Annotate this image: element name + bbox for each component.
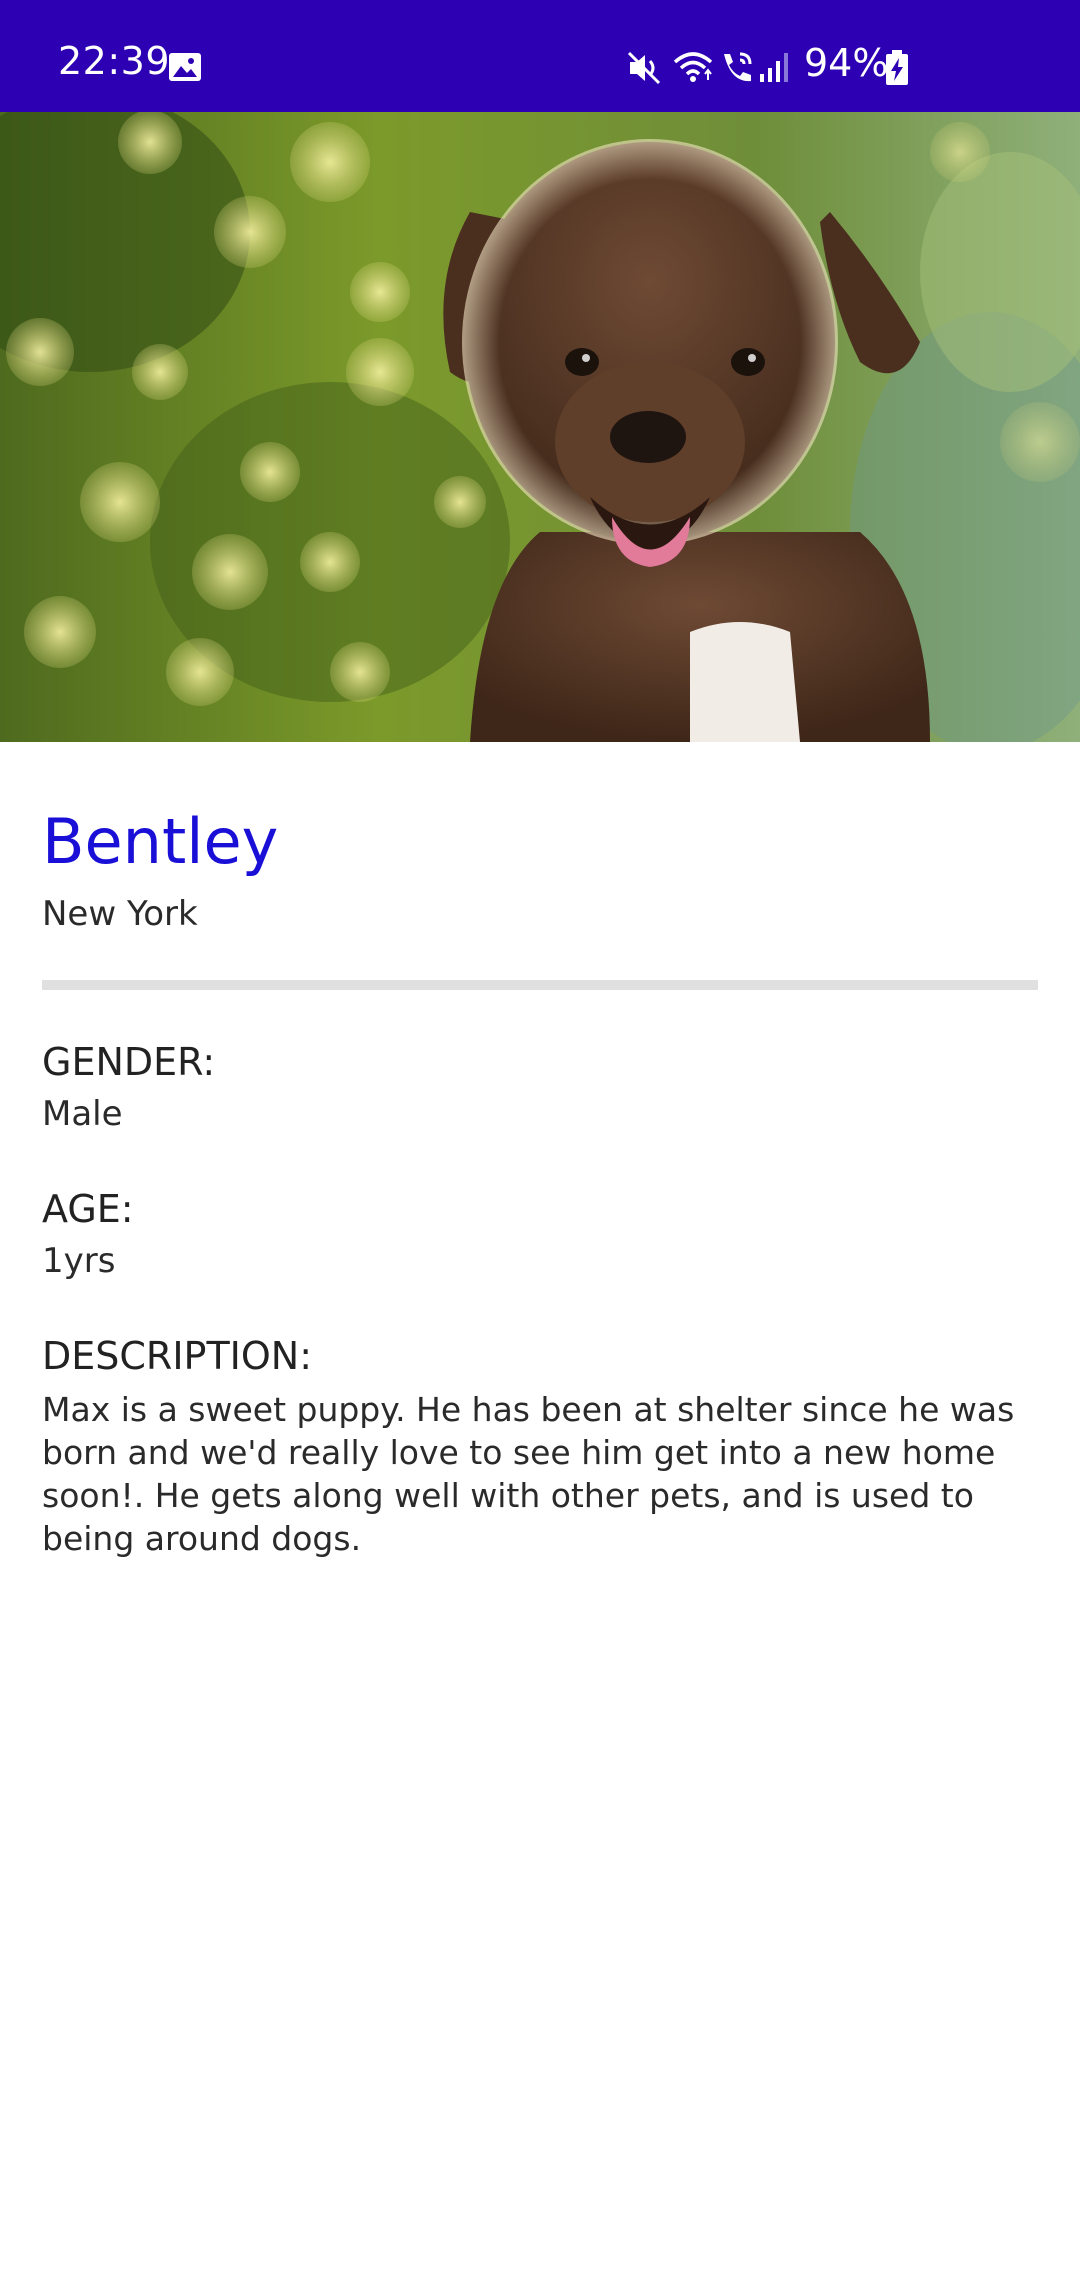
pet-detail-screen: 22:39 94% Bentley New York GENDER: Male …: [0, 0, 1080, 2280]
wifi-icon: [673, 52, 713, 82]
battery-charging-icon: [886, 50, 908, 85]
age-label: AGE:: [42, 1187, 134, 1231]
pet-name: Bentley: [42, 805, 279, 878]
description-label: DESCRIPTION:: [42, 1334, 313, 1378]
divider: [42, 980, 1038, 990]
pet-photo: [0, 112, 1080, 742]
gallery-icon: [169, 53, 201, 81]
gender-label: GENDER:: [42, 1040, 216, 1084]
puppy-photo: [0, 112, 1080, 742]
age-value: 1yrs: [42, 1241, 116, 1281]
call-icon: [724, 52, 752, 82]
battery-percent: 94%: [804, 41, 889, 85]
status-time: 22:39: [58, 39, 171, 83]
pet-location: New York: [42, 894, 198, 934]
signal-icon: [760, 53, 788, 82]
status-bar: 22:39 94%: [0, 0, 1080, 112]
description-value: Max is a sweet puppy. He has been at she…: [42, 1390, 1015, 1558]
gender-value: Male: [42, 1094, 123, 1134]
mute-icon: [627, 51, 661, 85]
